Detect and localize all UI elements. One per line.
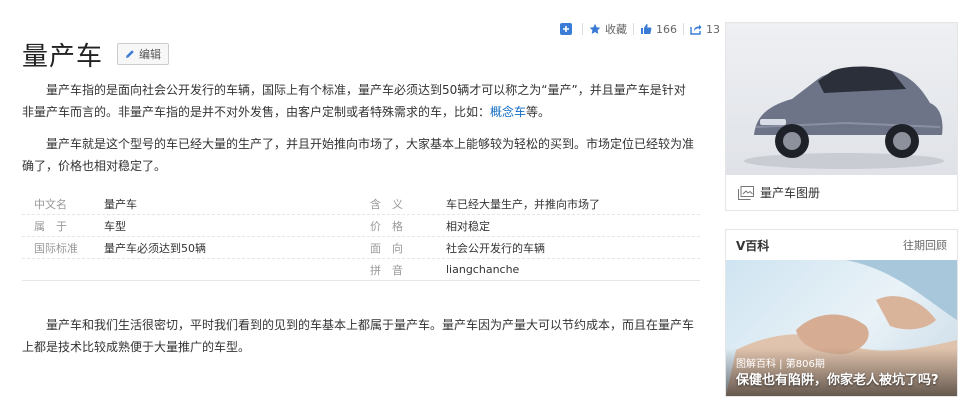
concept-car-link[interactable]: 概念车 <box>490 105 526 119</box>
info-value: 量产车必须达到50辆 <box>104 241 206 255</box>
info-value: 车已经大量生产，并推向市场了 <box>446 197 600 211</box>
divider <box>683 23 684 35</box>
pencil-icon <box>126 50 134 58</box>
info-row: 属 于 车型 价 格 相对稳定 <box>22 215 700 237</box>
v-baike-card: V百科 往期回顾 图解百科 | 第806期 保健也有陷阱，你家老人被坑了吗? <box>725 229 958 397</box>
album-card[interactable]: 量产车图册 <box>725 22 958 211</box>
favorite-button[interactable]: 收藏 <box>589 21 627 37</box>
share-count: 13 <box>706 22 720 36</box>
image-gallery-icon <box>738 185 754 200</box>
info-key: 价 格 <box>370 219 403 233</box>
info-value: 车型 <box>104 219 126 233</box>
info-key: 含 义 <box>370 197 403 211</box>
intro-paragraph: 量产车指的是面向社会公开发行的车辆，国际上有个标准，量产车必须达到50辆才可以称… <box>22 79 694 123</box>
info-key: 中文名 <box>34 197 67 211</box>
v-baike-title: V百科 <box>736 238 770 253</box>
divider <box>633 23 634 35</box>
thumbs-up-icon <box>641 24 652 34</box>
album-caption: 量产车图册 <box>760 186 821 200</box>
basic-info-table: 中文名 量产车 含 义 车已经大量生产，并推向市场了 属 于 车型 价 格 相对… <box>22 193 700 281</box>
third-paragraph: 量产车和我们生活很密切，平时我们看到的见到的车基本上都属于量产车。量产车因为产量… <box>22 318 695 354</box>
star-icon <box>589 23 601 34</box>
car-photo[interactable] <box>726 23 957 175</box>
info-key: 拼 音 <box>370 263 403 277</box>
past-issues-link[interactable]: 往期回顾 <box>903 237 947 253</box>
like-count: 166 <box>656 22 677 36</box>
info-key: 国际标准 <box>34 241 78 255</box>
title-row: 量产车 编辑 <box>22 36 170 72</box>
info-row: 国际标准 量产车必须达到50辆 面 向 社会公开发行的车辆 <box>22 237 700 259</box>
info-value: liangchanche <box>446 263 520 276</box>
info-value: 量产车 <box>104 197 137 211</box>
share-button[interactable]: 13 <box>690 23 720 36</box>
v-baike-caption[interactable]: 保健也有陷阱，你家老人被坑了吗? <box>736 369 939 388</box>
album-caption-bar[interactable]: 量产车图册 <box>726 175 957 210</box>
add-button[interactable] <box>560 23 576 35</box>
plus-square-icon <box>560 23 572 35</box>
page-title: 量产车 <box>22 41 104 72</box>
edit-label: 编辑 <box>139 48 162 61</box>
second-paragraph: 量产车就是这个型号的车已经大量的生产了，并且开始推向市场了，大家基本上能够较为轻… <box>22 137 695 173</box>
action-bar: 收藏 166 13 <box>560 20 730 38</box>
info-value: 社会公开发行的车辆 <box>446 241 545 255</box>
v-baike-issue-tag: 图解百科 | 第806期 <box>736 359 825 370</box>
divider <box>582 23 583 35</box>
info-row: 中文名 量产车 含 义 车已经大量生产，并推向市场了 <box>22 193 700 215</box>
info-key: 面 向 <box>370 241 403 255</box>
intro-tail: 等。 <box>526 105 551 119</box>
info-row: 拼 音 liangchanche <box>22 259 700 281</box>
v-baike-image[interactable]: 图解百科 | 第806期 保健也有陷阱，你家老人被坑了吗? <box>726 260 957 396</box>
favorite-label: 收藏 <box>605 23 627 36</box>
info-value: 相对稳定 <box>446 219 490 233</box>
intro-text: 量产车指的是面向社会公开发行的车辆，国际上有个标准，量产车必须达到50辆才可以称… <box>22 83 686 119</box>
share-icon <box>690 24 702 35</box>
edit-button[interactable]: 编辑 <box>117 43 170 65</box>
like-button[interactable]: 166 <box>640 23 677 36</box>
v-baike-header: V百科 往期回顾 <box>726 230 957 260</box>
info-key: 属 于 <box>34 219 67 233</box>
car-illustration <box>744 66 944 169</box>
